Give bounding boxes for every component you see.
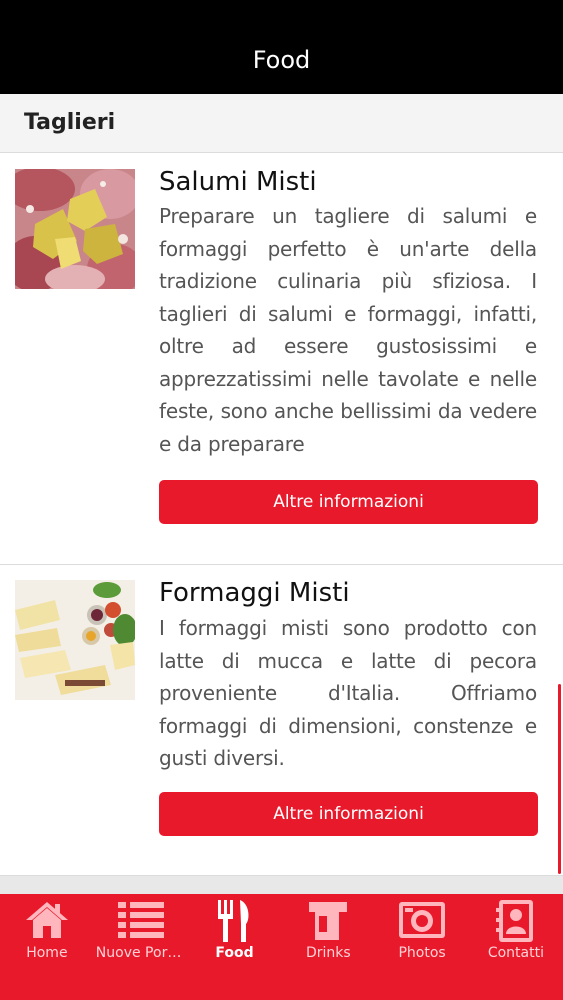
contact-book-icon (469, 898, 563, 944)
scrollbar[interactable] (558, 684, 561, 874)
cheese-platter-photo[interactable] (15, 580, 135, 700)
list-item: Formaggi Misti I formaggi misti sono pro… (0, 565, 563, 876)
item-title: Salumi Misti (159, 167, 317, 197)
bottom-tab-bar: Home Nuove Port... Food Drinks Photos Co… (0, 894, 563, 1000)
item-title: Formaggi Misti (159, 578, 350, 608)
tab-drinks[interactable]: Drinks (281, 894, 375, 1000)
tab-home[interactable]: Home (0, 894, 94, 1000)
content-list[interactable]: Salumi Misti Preparare un tagliere di sa… (0, 153, 563, 895)
tab-contatti[interactable]: Contatti (469, 894, 563, 1000)
tab-label: Drinks (305, 945, 351, 961)
fork-knife-icon (188, 898, 282, 944)
page-title: Food (252, 46, 311, 74)
tab-label: Home (26, 945, 68, 961)
tab-label: Food (215, 945, 254, 961)
section-header: Taglieri (0, 94, 563, 153)
cured-meats-photo[interactable] (15, 169, 135, 289)
tab-label: Nuove Port... (95, 945, 187, 961)
section-title: Taglieri (24, 110, 116, 135)
tab-photos[interactable]: Photos (375, 894, 469, 1000)
tab-food[interactable]: Food (188, 894, 282, 1000)
more-info-button[interactable]: Altre informazioni (159, 792, 538, 836)
item-description: Preparare un tagliere di salumi e formag… (159, 204, 537, 456)
list-item: Salumi Misti Preparare un tagliere di sa… (0, 153, 563, 565)
top-bar: Food (0, 0, 563, 94)
home-icon (0, 898, 94, 944)
tab-label: Contatti (487, 945, 544, 961)
tab-label: Photos (398, 945, 446, 961)
mug-icon (281, 898, 375, 944)
camera-icon (375, 898, 469, 944)
list-icon (94, 898, 188, 944)
item-description: I formaggi misti sono prodotto con latte… (159, 616, 537, 770)
tab-nuove-portate[interactable]: Nuove Port... (94, 894, 188, 1000)
app-screen: Food Taglieri Salumi Misti Preparare un … (0, 0, 563, 1000)
list-end-separator (0, 876, 563, 894)
more-info-button[interactable]: Altre informazioni (159, 480, 538, 524)
